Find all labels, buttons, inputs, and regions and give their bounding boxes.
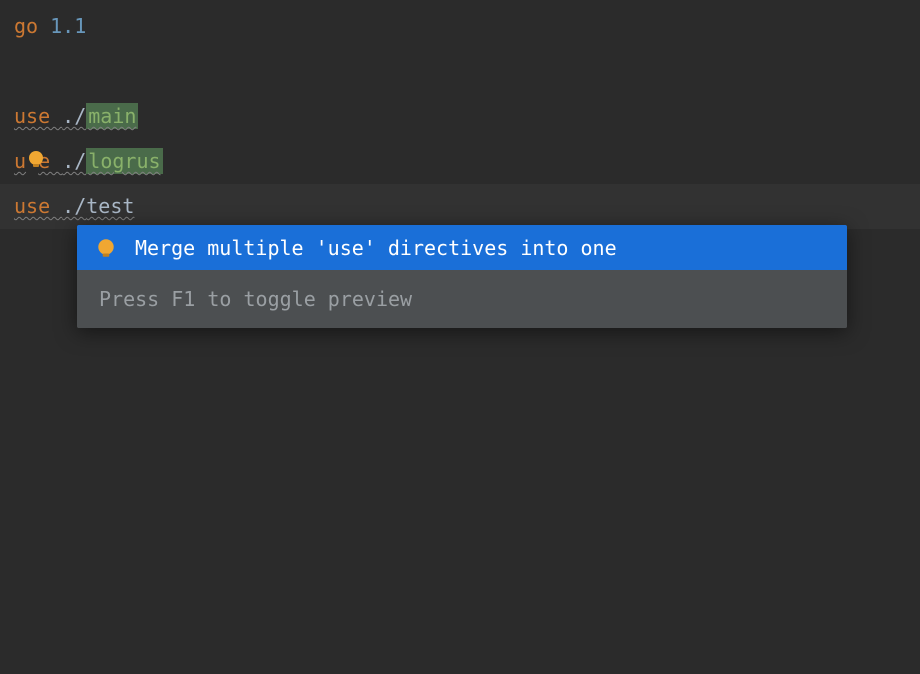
use-keyword: use <box>14 194 62 218</box>
path-test: test <box>86 194 134 218</box>
go-keyword: go <box>14 14 38 38</box>
code-line-2-blank[interactable] <box>0 49 920 94</box>
intention-bulb-inline[interactable] <box>26 149 46 169</box>
intention-popup-footer: Press F1 to toggle preview <box>77 270 847 328</box>
toggle-preview-hint: Press F1 to toggle preview <box>99 287 412 311</box>
code-line-5-current[interactable]: use ./test <box>0 184 920 229</box>
code-editor[interactable]: go 1.1 use ./main use ./logrus use ./tes… <box>0 0 920 233</box>
intention-action-label: Merge multiple 'use' directives into one <box>135 236 617 260</box>
intention-popup: Merge multiple 'use' directives into one… <box>77 225 847 328</box>
path-prefix: ./ <box>62 104 86 128</box>
use-keyword: use <box>14 104 62 128</box>
bulb-icon <box>95 237 117 259</box>
path-prefix: ./ <box>62 149 86 173</box>
go-version: 1.1 <box>50 14 86 38</box>
path-logrus: logrus <box>86 148 162 174</box>
path-prefix: ./ <box>62 194 86 218</box>
code-line-4[interactable]: use ./logrus <box>0 139 920 184</box>
code-line-1[interactable]: go 1.1 <box>0 4 920 49</box>
bulb-icon <box>26 149 46 169</box>
path-main: main <box>86 103 138 129</box>
use-keyword-partial-u: u <box>14 149 26 173</box>
code-line-3[interactable]: use ./main <box>0 94 920 139</box>
intention-action-item[interactable]: Merge multiple 'use' directives into one <box>77 225 847 270</box>
